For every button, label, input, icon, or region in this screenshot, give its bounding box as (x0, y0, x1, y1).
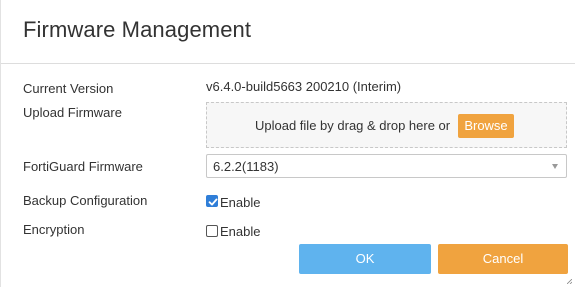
fortiguard-firmware-selected: 6.2.2(1183) (213, 159, 279, 174)
dialog-header: Firmware Management (1, 0, 575, 64)
encryption-checkbox[interactable] (206, 225, 218, 237)
backup-configuration-checkbox[interactable] (206, 195, 218, 207)
ok-button[interactable]: OK (299, 244, 431, 274)
backup-configuration-enable-label[interactable]: Enable (220, 195, 260, 210)
upload-firmware-label: Upload Firmware (23, 105, 122, 120)
cancel-button[interactable]: Cancel (438, 244, 568, 274)
fortiguard-firmware-select[interactable]: 6.2.2(1183) (206, 154, 567, 178)
dropzone-text: Upload file by drag & drop here or (255, 118, 451, 133)
current-version-value: v6.4.0-build5663 200210 (Interim) (206, 79, 402, 94)
resize-grip-icon[interactable] (567, 279, 572, 284)
browse-button[interactable]: Browse (458, 114, 514, 138)
backup-configuration-label: Backup Configuration (23, 193, 148, 208)
encryption-enable-label[interactable]: Enable (220, 224, 260, 239)
dialog-title: Firmware Management (23, 17, 252, 42)
current-version-label: Current Version (23, 81, 114, 96)
fortiguard-firmware-label: FortiGuard Firmware (23, 159, 143, 174)
chevron-down-icon (552, 164, 558, 169)
check-icon (208, 198, 218, 206)
firmware-dropzone[interactable]: Upload file by drag & drop here or Brows… (206, 102, 567, 148)
encryption-label: Encryption (23, 222, 85, 237)
firmware-management-dialog: Firmware Management Current Version v6.4… (0, 0, 575, 287)
